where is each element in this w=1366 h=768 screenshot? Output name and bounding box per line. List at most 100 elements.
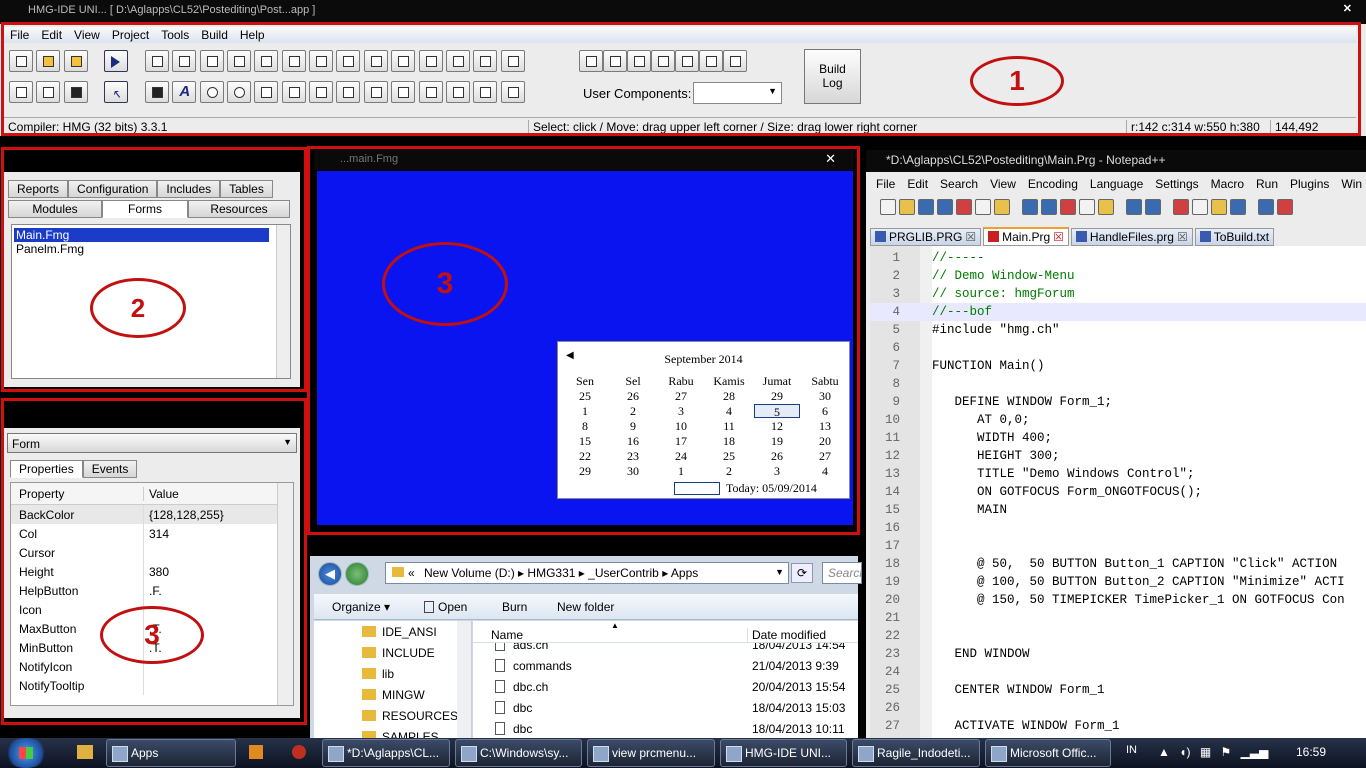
editor-tab[interactable]: HandleFiles.prg ☒	[1070, 228, 1193, 246]
tab-forms[interactable]: Forms	[102, 200, 188, 218]
property-value[interactable]	[143, 657, 277, 676]
back-button[interactable]: ◀	[318, 562, 342, 586]
table-row[interactable]: MinButton .T.	[11, 638, 293, 657]
calendar-day[interactable]: 10	[661, 419, 701, 434]
calendar-day[interactable]: 16	[613, 434, 653, 449]
calendar-day[interactable]: 6	[805, 404, 845, 419]
align-right-icon[interactable]	[603, 50, 627, 72]
tab-events[interactable]: Events	[82, 460, 138, 478]
address-bar[interactable]: « New Volume (D:) ▸ HMG331 ▸ _UserContri…	[385, 562, 789, 584]
zoom-in-icon[interactable]	[1173, 199, 1189, 215]
sync-v-icon[interactable]	[1211, 199, 1227, 215]
taskbar-item-hmgide[interactable]: HMG-IDE UNI...	[720, 739, 847, 767]
indent-icon[interactable]	[1277, 199, 1293, 215]
textbox-tool-icon[interactable]	[473, 50, 498, 72]
paste-icon[interactable]	[1060, 199, 1076, 215]
tab-modules[interactable]: Modules	[8, 200, 102, 218]
property-value[interactable]: {128,128,255}	[143, 505, 277, 524]
start-button[interactable]	[4, 738, 48, 768]
close-icon[interactable]: ☒	[1177, 230, 1188, 244]
calendar-day[interactable]: 29	[757, 389, 797, 404]
tree-item[interactable]: lib	[362, 667, 471, 688]
save-icon[interactable]	[63, 81, 88, 103]
table-row[interactable]: BackColor {128,128,255}	[11, 505, 293, 524]
frame-tool-icon[interactable]	[145, 81, 170, 103]
listbox-tool-icon[interactable]	[227, 50, 252, 72]
property-value[interactable]: 314	[143, 524, 277, 543]
calendar-day[interactable]: 30	[805, 389, 845, 404]
editor-tab[interactable]: PRGLIB.PRG ☒	[870, 228, 982, 246]
notepad-menu-item[interactable]: Macro	[1205, 177, 1250, 191]
breadcrumb-usercontrib[interactable]: _UserContrib	[588, 566, 659, 580]
calendar-day[interactable]: 29	[565, 464, 605, 479]
progressbar-tool-icon[interactable]	[418, 81, 443, 103]
tab-reports[interactable]: Reports	[8, 180, 69, 198]
table-row[interactable]: NotifyIcon	[11, 657, 293, 676]
flag-icon[interactable]: ⚑	[1221, 745, 1232, 759]
grid-tool-icon[interactable]	[309, 50, 334, 72]
taskbar-item-view[interactable]: view prcmenu...	[587, 739, 715, 767]
list-item[interactable]: Panelm.Fmg	[12, 242, 290, 256]
activex-tool-icon[interactable]	[500, 81, 525, 103]
scrollbar[interactable]	[276, 225, 290, 378]
run-icon[interactable]	[104, 50, 129, 72]
label-tool-icon[interactable]	[145, 50, 170, 72]
undo-icon[interactable]	[1079, 199, 1095, 215]
calendar-day[interactable]: 1	[565, 404, 605, 419]
close-icon[interactable]: ☒	[965, 230, 976, 244]
calendar-day[interactable]: 18	[709, 434, 749, 449]
spinner-tool-icon[interactable]	[363, 50, 388, 72]
media-player-icon[interactable]	[249, 745, 263, 759]
tab-configuration[interactable]: Configuration	[68, 180, 158, 198]
tree-item[interactable]: INCLUDE	[362, 646, 471, 667]
property-value[interactable]: .T.	[143, 619, 277, 638]
calendar-day[interactable]: 30	[613, 464, 653, 479]
breadcrumb-volume[interactable]: New Volume (D:)	[424, 566, 515, 580]
same-width-icon[interactable]	[675, 50, 699, 72]
tree-item[interactable]: RESOURCES	[362, 709, 471, 730]
form-icon[interactable]	[9, 81, 33, 103]
button-tool-icon[interactable]	[172, 50, 197, 72]
tab-tables[interactable]: Tables	[220, 180, 273, 198]
calendar-day[interactable]: 9	[613, 419, 653, 434]
show-hidden-icon[interactable]: ▲	[1158, 745, 1170, 759]
align-left-icon[interactable]	[579, 50, 603, 72]
editor[interactable]: 1 //----- 2 // Demo Window-Menu 3 // source: …	[870, 246, 1366, 738]
taskbar-item-ragile[interactable]: Ragile_Indodeti...	[852, 739, 980, 767]
calendar-day[interactable]: 4	[709, 404, 749, 419]
new-file-icon[interactable]	[9, 50, 33, 72]
font-tool-icon[interactable]: A	[172, 81, 197, 103]
property-value[interactable]	[143, 543, 277, 562]
list-item[interactable]: dbc 18/04/2013 10:11	[473, 719, 858, 737]
open-button[interactable]: Open	[424, 600, 467, 614]
tab-resources[interactable]: Resources	[188, 200, 290, 218]
explorer-pin-icon[interactable]	[77, 745, 93, 759]
tab-includes[interactable]: Includes	[157, 180, 221, 198]
scrollbar[interactable]	[457, 621, 471, 738]
calendar-day[interactable]: 22	[565, 449, 605, 464]
save-icon[interactable]	[918, 199, 934, 215]
close-all-icon[interactable]	[975, 199, 991, 215]
calendar-day[interactable]: 2	[613, 404, 653, 419]
new-folder-button[interactable]: New folder	[557, 600, 614, 614]
volume-icon[interactable]: ◖)	[1179, 745, 1190, 759]
redo-icon[interactable]	[1098, 199, 1114, 215]
notepad-menu-item[interactable]: Search	[934, 177, 984, 191]
close-icon[interactable]: ✕	[825, 151, 836, 167]
table-row[interactable]: Col 314	[11, 524, 293, 543]
close-icon[interactable]: ✕	[1343, 2, 1352, 15]
usb-icon[interactable]: ▦	[1200, 745, 1211, 759]
scrollbar[interactable]	[277, 483, 293, 705]
notepad-menu-item[interactable]: Language	[1084, 177, 1149, 191]
table-row[interactable]: MaxButton .T.	[11, 619, 293, 638]
table-row[interactable]: NotifyTooltip	[11, 676, 293, 695]
calendar-day[interactable]: 12	[757, 419, 797, 434]
zoom-out-icon[interactable]	[1192, 199, 1208, 215]
save-all-icon[interactable]	[937, 199, 953, 215]
calendar-day[interactable]: 15	[565, 434, 605, 449]
taskbar-item-cmd[interactable]: C:\Windows\sy...	[455, 739, 582, 767]
month-calendar[interactable]: ◀ September 2014 Sen Sel Rabu Kamis Jumat Sab…	[557, 341, 850, 499]
replace-icon[interactable]	[1145, 199, 1161, 215]
datepicker-tool-icon[interactable]	[445, 50, 470, 72]
close-icon[interactable]	[956, 199, 972, 215]
